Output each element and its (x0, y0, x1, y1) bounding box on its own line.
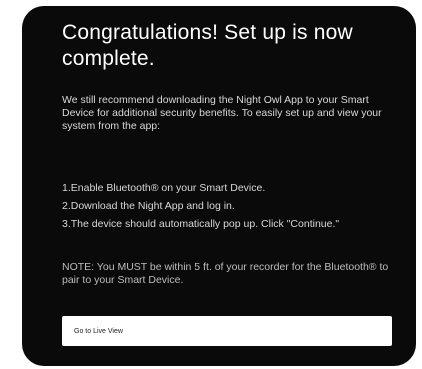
go-to-live-view-button[interactable]: Go to Live View (62, 316, 392, 346)
dialog-title: Congratulations! Set up is now complete. (62, 21, 353, 70)
dialog-intro-text: We still recommend downloading the Night… (62, 94, 382, 132)
setup-steps-list: 1.Enable Bluetooth® on your Smart Device… (62, 182, 392, 236)
setup-step-1: 1.Enable Bluetooth® on your Smart Device… (62, 182, 266, 194)
bluetooth-note: NOTE: You MUST be within 5 ft. of your r… (62, 261, 389, 286)
setup-complete-dialog: Congratulations! Set up is now complete.… (22, 6, 416, 366)
go-to-live-view-label: Go to Live View (74, 327, 123, 335)
setup-step-2: 2.Download the Night App and log in. (62, 200, 235, 212)
setup-step-3: 3.The device should automatically pop up… (62, 218, 340, 230)
